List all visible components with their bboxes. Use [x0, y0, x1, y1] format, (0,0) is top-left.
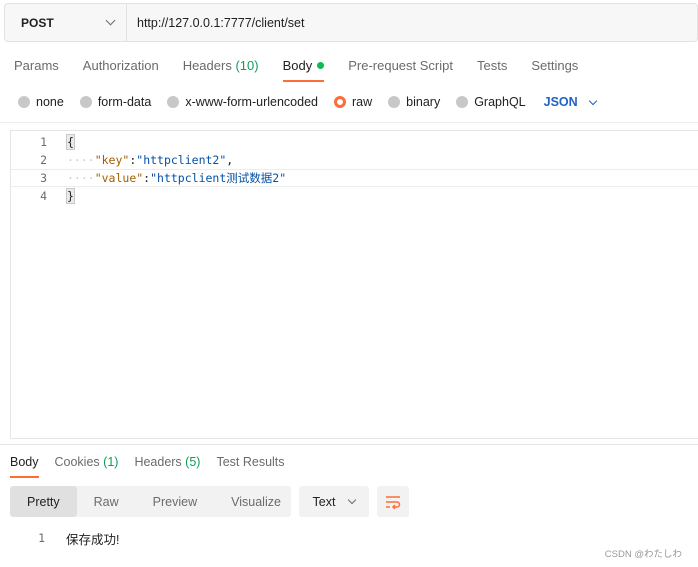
radio-icon	[167, 96, 180, 108]
tab-label: Pre-request Script	[348, 58, 453, 73]
brace: {	[66, 134, 75, 150]
line-number: 1	[40, 135, 47, 149]
chevron-down-icon	[588, 96, 597, 105]
json-key: "value"	[94, 171, 144, 185]
watermark: CSDN @わたしわ	[604, 549, 682, 560]
json-key: "key"	[94, 153, 130, 167]
view-mode-segmented: Pretty Raw Preview Visualize	[10, 486, 291, 517]
code-line-current: 3 ····"value":"httpclient测试数据2"	[11, 169, 698, 187]
code-line: 2 ····"key":"httpclient2",	[11, 151, 698, 169]
line-number: 2	[40, 153, 47, 167]
tab-label: Test Results	[216, 455, 285, 469]
view-preview[interactable]: Preview	[136, 486, 214, 517]
tab-label: Body	[10, 455, 39, 469]
chevron-down-icon	[105, 15, 116, 26]
tab-label: Body	[282, 58, 313, 73]
radio-label: GraphQL	[474, 95, 526, 109]
indent-guide: ····	[67, 171, 95, 185]
view-visualize[interactable]: Visualize	[214, 486, 298, 517]
tab-label: Headers	[182, 58, 232, 73]
tab-label: Headers	[134, 455, 182, 469]
response-tab-body[interactable]: Body	[10, 452, 39, 478]
response-format-select[interactable]: Text	[299, 486, 369, 517]
view-raw[interactable]: Raw	[77, 486, 136, 517]
body-type-form-data[interactable]: form-data	[79, 95, 152, 109]
tab-body[interactable]: Body	[282, 52, 325, 82]
chevron-down-icon	[348, 495, 357, 504]
code-line: 4 }	[11, 187, 698, 205]
code-text: }	[66, 188, 75, 204]
line-number: 4	[40, 189, 47, 203]
status-dot-icon	[317, 62, 325, 70]
line-number: 1	[38, 531, 45, 545]
response-tab-cookies[interactable]: Cookies (1)	[55, 452, 119, 478]
tab-label: Params	[14, 58, 59, 73]
code-text: ····"value":"httpclient测试数据2"	[67, 170, 286, 186]
tab-label: Cookies	[54, 455, 100, 469]
body-type-binary[interactable]: binary	[388, 95, 440, 109]
tab-tests[interactable]: Tests	[477, 52, 507, 82]
code-text: {	[66, 134, 75, 150]
response-tab-test-results[interactable]: Test Results	[216, 452, 284, 478]
view-pretty[interactable]: Pretty	[10, 486, 77, 517]
wrap-lines-button[interactable]	[377, 486, 409, 517]
method-label: POST	[21, 15, 54, 30]
body-type-raw[interactable]: raw	[334, 95, 372, 109]
radio-label: none	[36, 95, 64, 109]
tab-pre-request-script[interactable]: Pre-request Script	[348, 52, 453, 82]
json-value: "httpclient测试数据2"	[150, 171, 287, 185]
response-tab-headers[interactable]: Headers (5)	[134, 452, 200, 478]
line-number: 3	[40, 171, 47, 185]
tab-params[interactable]: Params	[14, 52, 59, 82]
wrap-lines-icon	[386, 495, 401, 509]
indent-guide: ····	[67, 153, 95, 167]
radio-icon	[456, 96, 469, 108]
json-comma: ,	[226, 153, 234, 167]
code-text: ····"key":"httpclient2",	[67, 153, 233, 167]
tab-label: Settings	[531, 58, 579, 73]
radio-icon	[79, 96, 92, 108]
response-divider	[0, 444, 698, 445]
response-toolbar: Pretty Raw Preview Visualize Text	[10, 486, 409, 517]
response-text: 保存成功!	[66, 532, 120, 547]
method-select[interactable]: POST	[5, 4, 127, 41]
radio-label: binary	[406, 95, 441, 109]
body-editor[interactable]: 1 { 2 ····"key":"httpclient2", 3 ····"va…	[10, 130, 698, 439]
radio-label: raw	[352, 95, 373, 109]
response-format-label: Text	[312, 494, 336, 509]
code-line: 1 {	[11, 133, 698, 151]
body-type-urlencoded[interactable]: x-www-form-urlencoded	[167, 95, 318, 109]
brace: }	[66, 188, 75, 204]
radio-label: form-data	[97, 95, 152, 109]
response-line: 1 保存成功!	[0, 529, 119, 547]
cookies-count: (1)	[103, 455, 119, 469]
divider	[0, 122, 698, 123]
body-type-none[interactable]: none	[18, 95, 64, 109]
request-tabs: Params Authorization Headers (10) Body P…	[0, 52, 588, 82]
radio-icon	[18, 96, 30, 108]
tab-headers[interactable]: Headers (10)	[183, 52, 259, 82]
tab-label: Tests	[476, 58, 508, 73]
response-headers-count: (5)	[185, 455, 201, 469]
url-input[interactable]: http://127.0.0.1:7777/client/set	[127, 4, 304, 41]
radio-label: x-www-form-urlencoded	[185, 95, 318, 109]
body-type-options: none form-data x-www-form-urlencoded raw…	[18, 93, 597, 111]
response-tabs: Body Cookies (1) Headers (5) Test Result…	[0, 452, 291, 478]
url-bar: POST http://127.0.0.1:7777/client/set	[4, 3, 698, 42]
json-value: "httpclient2"	[136, 153, 227, 167]
radio-icon	[388, 96, 401, 108]
raw-format-label: JSON	[543, 95, 578, 109]
headers-count: (10)	[235, 58, 259, 73]
body-type-graphql[interactable]: GraphQL	[456, 95, 526, 109]
tab-authorization[interactable]: Authorization	[83, 52, 159, 82]
tab-settings[interactable]: Settings	[531, 52, 578, 82]
raw-format-select[interactable]: JSON	[543, 95, 597, 109]
radio-checked-icon	[334, 96, 346, 108]
tab-label: Authorization	[82, 58, 159, 73]
